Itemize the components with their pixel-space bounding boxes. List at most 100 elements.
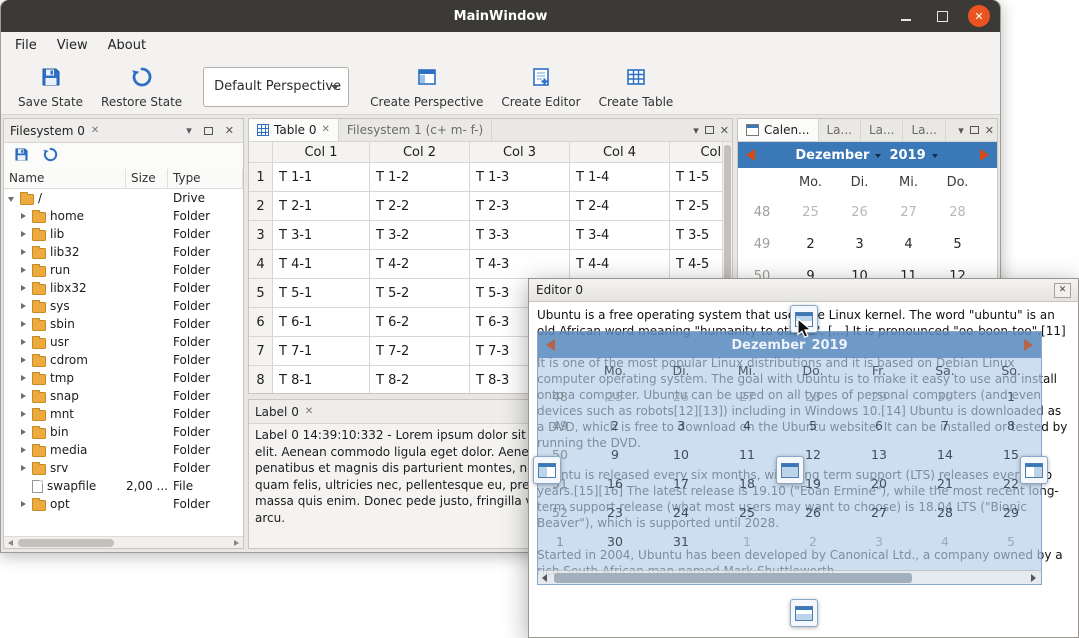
tree-row[interactable]: sbinFolder: [4, 315, 243, 333]
float-icon[interactable]: [702, 119, 717, 141]
tree-row[interactable]: mntFolder: [4, 405, 243, 423]
table-column-header[interactable]: Col 1: [273, 142, 370, 163]
tree-row[interactable]: usrFolder: [4, 333, 243, 351]
table-cell[interactable]: T 1-5: [670, 163, 722, 192]
dock-indicator-right-icon[interactable]: [1020, 456, 1048, 484]
window-titlebar[interactable]: MainWindow ✕: [1, 0, 1000, 32]
tab-label-1[interactable]: La...: [819, 119, 861, 141]
expand-arrow-icon[interactable]: [18, 303, 28, 309]
table-cell[interactable]: T 2-3: [470, 192, 570, 221]
tree-row[interactable]: mediaFolder: [4, 441, 243, 459]
expand-arrow-icon[interactable]: [18, 375, 28, 381]
dock-indicator-center-icon[interactable]: [776, 456, 804, 484]
calendar-date-cell[interactable]: 26: [835, 205, 884, 220]
table-cell[interactable]: T 2-5: [670, 192, 722, 221]
column-header-size[interactable]: Size: [126, 169, 168, 188]
scroll-left-icon[interactable]: [538, 571, 552, 585]
table-cell[interactable]: T 5-1: [273, 279, 370, 308]
tree-row[interactable]: binFolder: [4, 423, 243, 441]
table-row-header[interactable]: 1: [249, 163, 273, 192]
table-cell[interactable]: T 2-2: [370, 192, 470, 221]
scrollbar-thumb[interactable]: [18, 539, 114, 547]
restore-icon[interactable]: [42, 146, 59, 167]
create-table-button[interactable]: Create Table: [590, 62, 683, 112]
close-icon[interactable]: ✕: [717, 119, 732, 141]
filesystem-dock-titlebar[interactable]: Filesystem 0 ✕ ▾ ✕: [4, 119, 243, 143]
dock-menu-icon[interactable]: ▾: [690, 119, 702, 141]
tree-row[interactable]: libFolder: [4, 225, 243, 243]
tab-filesystem-1[interactable]: Filesystem 1 (c+ m- f-): [339, 119, 492, 141]
column-header-name[interactable]: Name: [4, 169, 126, 188]
calendar-next-icon[interactable]: [980, 149, 989, 161]
perspective-combo[interactable]: Default Perspective: [203, 67, 349, 107]
table-cell[interactable]: T 3-4: [570, 221, 670, 250]
close-button[interactable]: ✕: [968, 5, 990, 27]
calendar-date-cell[interactable]: 27: [884, 205, 933, 220]
save-icon[interactable]: [13, 146, 30, 167]
table-cell[interactable]: T 7-1: [273, 337, 370, 366]
dock-indicator-bottom-icon[interactable]: [790, 599, 818, 627]
table-row-header[interactable]: 7: [249, 337, 273, 366]
minimize-button[interactable]: [896, 6, 916, 26]
table-cell[interactable]: T 3-5: [670, 221, 722, 250]
scrollbar-thumb[interactable]: [724, 145, 731, 295]
table-row-header[interactable]: 6: [249, 308, 273, 337]
editor-titlebar[interactable]: Editor 0 ✕: [529, 279, 1078, 302]
calendar-date-cell[interactable]: 29: [982, 205, 997, 220]
menu-file[interactable]: File: [5, 34, 47, 57]
close-icon[interactable]: ✕: [91, 126, 99, 136]
calendar-year[interactable]: 2019: [889, 148, 925, 163]
calendar-prev-icon[interactable]: [746, 149, 755, 161]
calendar-date-cell[interactable]: 3: [835, 237, 884, 252]
tree-row[interactable]: sysFolder: [4, 297, 243, 315]
expand-arrow-icon[interactable]: [18, 213, 28, 219]
expand-arrow-icon[interactable]: [18, 231, 28, 237]
expand-arrow-icon[interactable]: [18, 447, 28, 453]
expand-arrow-icon[interactable]: [18, 285, 28, 291]
close-icon[interactable]: ✕: [305, 407, 313, 417]
create-editor-button[interactable]: Create Editor: [492, 62, 589, 112]
table-column-header[interactable]: Col 5: [670, 142, 722, 163]
tree-row[interactable]: snapFolder: [4, 387, 243, 405]
table-cell[interactable]: T 5-2: [370, 279, 470, 308]
create-perspective-button[interactable]: Create Perspective: [361, 62, 492, 112]
float-icon[interactable]: [967, 119, 982, 141]
float-icon[interactable]: [201, 127, 216, 135]
table-cell[interactable]: T 4-4: [570, 250, 670, 279]
table-column-header[interactable]: Col 2: [370, 142, 470, 163]
table-cell[interactable]: T 7-2: [370, 337, 470, 366]
table-row-header[interactable]: 2: [249, 192, 273, 221]
table-cell[interactable]: T 4-1: [273, 250, 370, 279]
scroll-right-icon[interactable]: [1027, 571, 1041, 585]
table-row-header[interactable]: 5: [249, 279, 273, 308]
expand-arrow-icon[interactable]: [6, 195, 16, 202]
table-cell[interactable]: T 1-1: [273, 163, 370, 192]
tab-label-3[interactable]: La...: [903, 119, 945, 141]
dock-indicator-left-icon[interactable]: [533, 456, 561, 484]
calendar-month[interactable]: Dezember: [795, 148, 869, 163]
calendar-date-cell[interactable]: 5: [933, 237, 982, 252]
table-cell[interactable]: T 8-1: [273, 366, 370, 393]
scrollbar-thumb[interactable]: [554, 573, 912, 583]
calendar-date-cell[interactable]: 2: [786, 237, 835, 252]
tree-row[interactable]: runFolder: [4, 261, 243, 279]
close-icon[interactable]: ✕: [222, 124, 237, 137]
menu-view[interactable]: View: [47, 34, 98, 57]
expand-arrow-icon[interactable]: [18, 501, 28, 507]
save-state-button[interactable]: Save State: [9, 62, 92, 112]
table-column-header[interactable]: Col 4: [570, 142, 670, 163]
expand-arrow-icon[interactable]: [18, 357, 28, 363]
calendar-date-cell[interactable]: 4: [884, 237, 933, 252]
tree-row[interactable]: tmpFolder: [4, 369, 243, 387]
scroll-right-icon[interactable]: [234, 540, 239, 546]
restore-state-button[interactable]: Restore State: [92, 62, 191, 112]
table-cell[interactable]: T 1-3: [470, 163, 570, 192]
table-column-header[interactable]: Col 3: [470, 142, 570, 163]
horizontal-scrollbar[interactable]: [4, 536, 243, 548]
expand-arrow-icon[interactable]: [18, 393, 28, 399]
table-cell[interactable]: T 6-1: [273, 308, 370, 337]
table-row-header[interactable]: 8: [249, 366, 273, 393]
table-row-header[interactable]: 3: [249, 221, 273, 250]
tree-row[interactable]: homeFolder: [4, 207, 243, 225]
table-cell[interactable]: T 2-4: [570, 192, 670, 221]
